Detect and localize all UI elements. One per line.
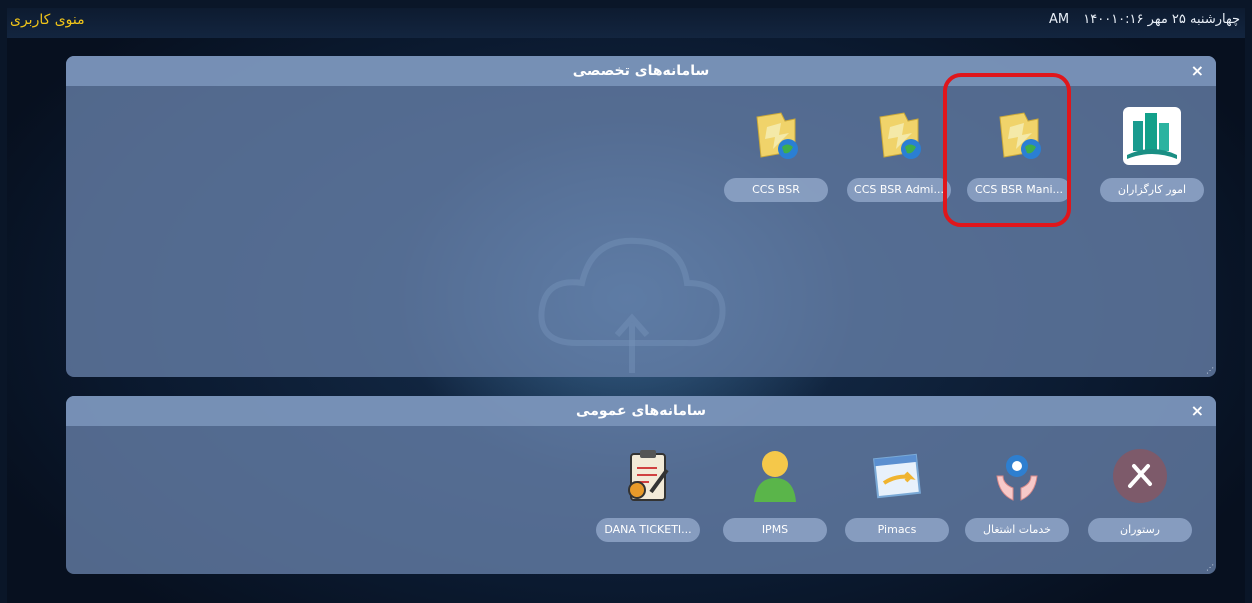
tile-label: خدمات اشتغال [965,518,1069,542]
close-button[interactable]: × [1191,56,1204,86]
clipboard-gear-icon [618,446,678,506]
app-tile-ccs-bsr[interactable]: CCS BSR [720,106,832,202]
general-systems-panel: سامانه‌های عمومی × رستوران خدمات اشتغال [66,396,1216,574]
panel-header: سامانه‌های عمومی × [66,396,1216,426]
tile-label: DANA TICKETI... [596,518,700,542]
app-tile-restaurant[interactable]: رستوران [1084,446,1196,542]
user-menu-link[interactable]: منوی کاربری [10,12,85,28]
user-icon [745,446,805,506]
buildings-icon [1122,106,1182,166]
close-button[interactable]: × [1191,396,1204,426]
app-tile-employment-services[interactable]: خدمات اشتغال [961,446,1073,542]
folder-globe-icon [869,106,929,166]
tile-label: امور کارگزاران [1100,178,1204,202]
date-time: چهارشنبه ۲۵ مهر ۱۴۰۰۱۰:۱۶ AM [1039,12,1240,27]
folder-globe-icon [746,106,806,166]
highlight-frame [943,73,1071,227]
fork-knife-icon [1110,446,1170,506]
tile-label: Pimacs [845,518,949,542]
panel-title: سامانه‌های تخصصی [572,63,710,79]
tile-label: CCS BSR [724,178,828,202]
app-tile-ccs-bsr-admin[interactable]: CCS BSR Admi... [843,106,955,202]
tile-label: CCS BSR Admi... [847,178,951,202]
app-tile-ipms[interactable]: IPMS [719,446,831,542]
resize-grip-icon[interactable]: ⋰ [1206,564,1214,572]
app-tile-brokers[interactable]: امور کارگزاران [1096,106,1208,202]
panel-title: سامانه‌های عمومی [576,403,706,419]
tile-label: IPMS [723,518,827,542]
window-arrow-icon [867,446,927,506]
date-text: چهارشنبه ۲۵ مهر ۱۴۰۰ [1083,12,1240,27]
tile-label: رستوران [1088,518,1192,542]
app-tile-pimacs[interactable]: Pimacs [841,446,953,542]
hands-gear-icon [987,446,1047,506]
app-tile-dana-ticketing[interactable]: DANA TICKETI... [592,446,704,542]
resize-grip-icon[interactable]: ⋰ [1206,367,1214,375]
